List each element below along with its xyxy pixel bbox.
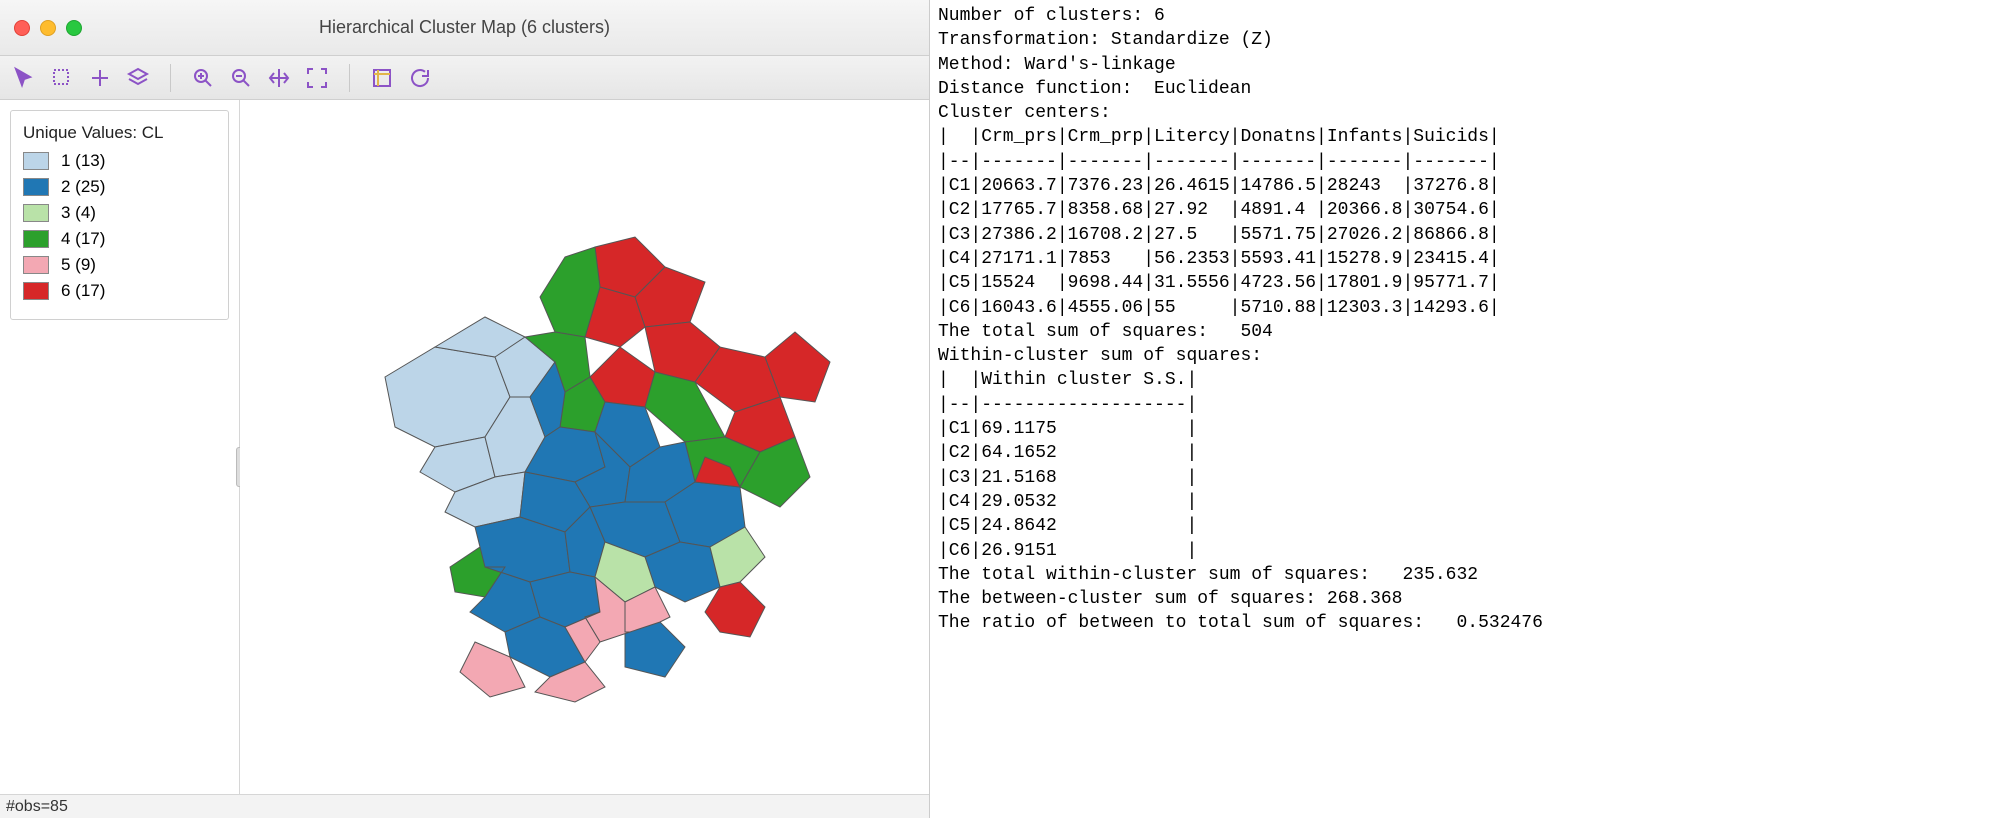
- status-bar: #obs=85: [0, 794, 929, 818]
- report-line: |C6|26.9151 |: [938, 539, 1988, 563]
- report-line: Within-cluster sum of squares:: [938, 344, 1988, 368]
- report-line: |C2|17765.7|8358.68|27.92 |4891.4 |20366…: [938, 198, 1988, 222]
- report-line: Method: Ward's-linkage: [938, 53, 1988, 77]
- report-line: | |Crm_prs|Crm_prp|Litercy|Donatns|Infan…: [938, 125, 1988, 149]
- report-line: |C3|27386.2|16708.2|27.5 |5571.75|27026.…: [938, 223, 1988, 247]
- close-icon[interactable]: [14, 20, 30, 36]
- pan-button[interactable]: [265, 64, 293, 92]
- legend-swatch: [23, 256, 49, 274]
- fit-extent-button[interactable]: [303, 64, 331, 92]
- report-line: |C2|64.1652 |: [938, 441, 1988, 465]
- toolbar-separator: [349, 64, 350, 92]
- legend-box: Unique Values: CL 1 (13) 2 (25) 3 (4) 4 (17…: [10, 110, 229, 320]
- report-line: |C4|27171.1|7853 |56.2353|5593.41|15278.…: [938, 247, 1988, 271]
- legend-item[interactable]: 6 (17): [23, 281, 216, 301]
- select-area-button[interactable]: [368, 64, 396, 92]
- report-line: |C5|24.8642 |: [938, 514, 1988, 538]
- add-cross-button[interactable]: [86, 64, 114, 92]
- obs-count: #obs=85: [6, 798, 68, 816]
- legend-swatch: [23, 178, 49, 196]
- legend-title: Unique Values: CL: [23, 123, 216, 143]
- report-line: Transformation: Standardize (Z): [938, 28, 1988, 52]
- legend-pane: Unique Values: CL 1 (13) 2 (25) 3 (4) 4 (17…: [0, 100, 240, 794]
- toolbar: [0, 56, 929, 100]
- report-line: |--|-------------------|: [938, 393, 1988, 417]
- legend-item[interactable]: 3 (4): [23, 203, 216, 223]
- layers-button[interactable]: [124, 64, 152, 92]
- legend-swatch: [23, 230, 49, 248]
- select-rect-button[interactable]: [48, 64, 76, 92]
- report-line: The total within-cluster sum of squares:…: [938, 563, 1988, 587]
- legend-swatch: [23, 204, 49, 222]
- legend-item[interactable]: 5 (9): [23, 255, 216, 275]
- maximize-icon[interactable]: [66, 20, 82, 36]
- report-line: The between-cluster sum of squares: 268.…: [938, 587, 1988, 611]
- report-line: | |Within cluster S.S.|: [938, 368, 1988, 392]
- map-window: Hierarchical Cluster Map (6 clusters): [0, 0, 930, 818]
- france-map[interactable]: [325, 187, 845, 707]
- legend-label: 5 (9): [61, 255, 96, 275]
- legend-label: 4 (17): [61, 229, 105, 249]
- report-line: |C3|21.5168 |: [938, 466, 1988, 490]
- zoom-out-button[interactable]: [227, 64, 255, 92]
- refresh-button[interactable]: [406, 64, 434, 92]
- zoom-in-button[interactable]: [189, 64, 217, 92]
- legend-label: 3 (4): [61, 203, 96, 223]
- report-line: |C6|16043.6|4555.06|55 |5710.88|12303.3|…: [938, 296, 1988, 320]
- legend-label: 1 (13): [61, 151, 105, 171]
- report-line: Number of clusters: 6: [938, 4, 1988, 28]
- map-canvas[interactable]: [240, 100, 929, 794]
- app-root: Hierarchical Cluster Map (6 clusters): [0, 0, 1996, 818]
- report-line: The total sum of squares: 504: [938, 320, 1988, 344]
- legend-swatch: [23, 152, 49, 170]
- pointer-tool-button[interactable]: [10, 64, 38, 92]
- report-line: |C1|20663.7|7376.23|26.4615|14786.5|2824…: [938, 174, 1988, 198]
- report-line: |C1|69.1175 |: [938, 417, 1988, 441]
- report-line: Cluster centers:: [938, 101, 1988, 125]
- report-line: |C4|29.0532 |: [938, 490, 1988, 514]
- cluster-report[interactable]: Number of clusters: 6Transformation: Sta…: [930, 0, 1996, 818]
- legend-label: 2 (25): [61, 177, 105, 197]
- report-line: |C5|15524 |9698.44|31.5556|4723.56|17801…: [938, 271, 1988, 295]
- legend-swatch: [23, 282, 49, 300]
- legend-label: 6 (17): [61, 281, 105, 301]
- report-line: |--|-------|-------|-------|-------|----…: [938, 150, 1988, 174]
- legend-item[interactable]: 4 (17): [23, 229, 216, 249]
- window-controls: [14, 20, 82, 36]
- report-line: The ratio of between to total sum of squ…: [938, 611, 1988, 635]
- legend-item[interactable]: 2 (25): [23, 177, 216, 197]
- minimize-icon[interactable]: [40, 20, 56, 36]
- titlebar[interactable]: Hierarchical Cluster Map (6 clusters): [0, 0, 929, 56]
- map-content: Unique Values: CL 1 (13) 2 (25) 3 (4) 4 (17…: [0, 100, 929, 794]
- report-line: Distance function: Euclidean: [938, 77, 1988, 101]
- legend-item[interactable]: 1 (13): [23, 151, 216, 171]
- toolbar-separator: [170, 64, 171, 92]
- window-title: Hierarchical Cluster Map (6 clusters): [0, 17, 929, 38]
